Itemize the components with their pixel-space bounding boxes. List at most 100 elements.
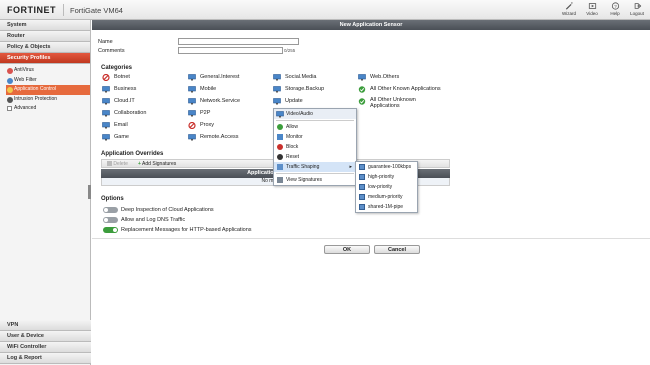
nav-wifi-controller[interactable]: WiFi Controller [0, 342, 91, 353]
fortinet-logo: FORTINET [7, 5, 56, 15]
comments-counter: 0/255 [284, 48, 296, 53]
category-label: Collaboration [114, 110, 147, 116]
category-label: Game [114, 134, 129, 140]
category-business[interactable]: Business [102, 85, 136, 94]
block-icon [102, 74, 110, 81]
tree-item-intrusion-protection[interactable]: Intrusion Protection [6, 95, 90, 105]
category-label: Remote.Access [200, 134, 239, 140]
menu-item-view-signatures[interactable]: View Signatures [274, 175, 356, 185]
monitor-icon [102, 98, 110, 105]
category-label: Storage.Backup [285, 86, 325, 92]
add-signatures-button[interactable]: + Add Signatures [138, 161, 176, 167]
help-button[interactable]: ? Help [604, 2, 626, 19]
dns-traffic-toggle[interactable] [103, 217, 118, 223]
divider [63, 4, 64, 16]
category-label: Mobile [200, 86, 217, 92]
submenu-item-guarantee-100kbps[interactable]: guarantee-100kbps [356, 162, 417, 172]
view-signatures-icon [277, 177, 283, 183]
monitor-icon [188, 110, 196, 117]
tree-label: Advanced [14, 105, 37, 111]
options-title: Options [101, 196, 124, 202]
shaper-icon [359, 204, 365, 210]
shaper-icon [359, 164, 365, 170]
video-label: Video [586, 11, 598, 16]
category-collaboration[interactable]: Collaboration [102, 109, 146, 118]
category-proxy[interactable]: Proxy [188, 121, 214, 130]
expand-icon[interactable] [7, 106, 12, 111]
category-botnet[interactable]: Botnet [102, 73, 130, 82]
replacement-messages-toggle[interactable] [103, 227, 118, 233]
category-label: Business [114, 86, 137, 92]
help-label: Help [610, 11, 620, 16]
tree-label: Application Control [14, 86, 56, 92]
category-p2p[interactable]: P2P [188, 109, 210, 118]
delete-icon [107, 161, 112, 166]
category-update[interactable]: Update [273, 97, 303, 106]
intrusion-protection-icon [7, 96, 13, 103]
delete-button[interactable]: Delete [107, 161, 128, 167]
submenu-item-medium-priority[interactable]: medium-priority [356, 192, 417, 202]
category-game[interactable]: Game [102, 133, 129, 142]
submenu-item-shared-1m-pipe[interactable]: shared-1M-pipe [356, 202, 417, 212]
name-label: Name [98, 39, 113, 45]
shaper-icon [359, 194, 365, 200]
menu-item-block[interactable]: Block [274, 142, 356, 152]
category-cloud-it[interactable]: Cloud.IT [102, 97, 135, 106]
menu-separator [276, 173, 354, 174]
category-web-others[interactable]: Web.Others [358, 73, 399, 82]
name-input[interactable] [178, 38, 299, 45]
monitor-icon [102, 86, 110, 93]
block-icon [188, 122, 196, 129]
svg-text:?: ? [614, 4, 617, 10]
category-all-other-unknown[interactable]: All Other Unknown Applications [358, 97, 440, 111]
security-profiles-tree: AntiVirus Web Filter Application Control… [0, 64, 90, 114]
submenu-label: medium-priority [368, 194, 403, 200]
category-network-service[interactable]: Network.Service [188, 97, 240, 106]
category-label: Update [285, 98, 303, 104]
category-all-other-known[interactable]: All Other Known Applications [358, 85, 441, 94]
submenu-item-high-priority[interactable]: high-priority [356, 172, 417, 182]
menu-label: Block [286, 144, 299, 150]
category-social-media[interactable]: Social.Media [273, 73, 317, 82]
ok-button[interactable]: OK [324, 245, 370, 254]
category-email[interactable]: Email [102, 121, 128, 130]
wizard-button[interactable]: Wizard [558, 2, 580, 19]
nav-log-report[interactable]: Log & Report [0, 353, 91, 364]
wizard-label: Wizard [561, 11, 576, 16]
category-general-interest[interactable]: General.Interest [188, 73, 239, 82]
nav-user-device[interactable]: User & Device [0, 331, 91, 342]
category-label: Web.Others [370, 74, 400, 80]
logout-button[interactable]: Logout [626, 2, 648, 19]
nav-splitter[interactable] [88, 185, 91, 199]
option-deep-inspection: Deep Inspection of Cloud Applications [121, 207, 214, 213]
traffic-shaping-icon [277, 164, 283, 170]
cancel-button[interactable]: Cancel [374, 245, 420, 254]
tree-item-application-control[interactable]: Application Control [6, 85, 90, 95]
menu-header-video-audio: Video/Audio [274, 109, 356, 119]
monitor-icon [188, 74, 196, 81]
menu-item-reset[interactable]: Reset [274, 152, 356, 162]
video-button[interactable]: Video [581, 2, 603, 19]
category-remote-access[interactable]: Remote.Access [188, 133, 239, 142]
tree-item-antivirus[interactable]: AntiVirus [6, 66, 90, 76]
nav-policy-objects[interactable]: Policy & Objects [0, 42, 90, 53]
category-storage-backup[interactable]: Storage.Backup [273, 85, 324, 94]
category-mobile[interactable]: Mobile [188, 85, 216, 94]
nav-system[interactable]: System [0, 20, 90, 31]
allow-icon [277, 124, 283, 130]
nav-security-profiles[interactable]: Security Profiles [0, 53, 90, 64]
tree-item-web-filter[interactable]: Web Filter [6, 76, 90, 86]
nav-router[interactable]: Router [0, 31, 90, 42]
menu-item-allow[interactable]: Allow [274, 122, 356, 132]
allow-icon [358, 86, 366, 93]
panel-title: New Application Sensor [92, 20, 650, 30]
submenu-item-low-priority[interactable]: low-priority [356, 182, 417, 192]
menu-item-traffic-shaping[interactable]: Traffic Shaping ▸ [274, 162, 356, 172]
nav-vpn[interactable]: VPN [0, 320, 91, 331]
monitor-icon [273, 74, 281, 81]
tree-item-advanced[interactable]: Advanced [6, 104, 90, 114]
menu-item-monitor[interactable]: Monitor [274, 132, 356, 142]
category-label: Social.Media [285, 74, 317, 80]
deep-inspection-toggle[interactable] [103, 207, 118, 213]
comments-input[interactable] [178, 47, 283, 54]
